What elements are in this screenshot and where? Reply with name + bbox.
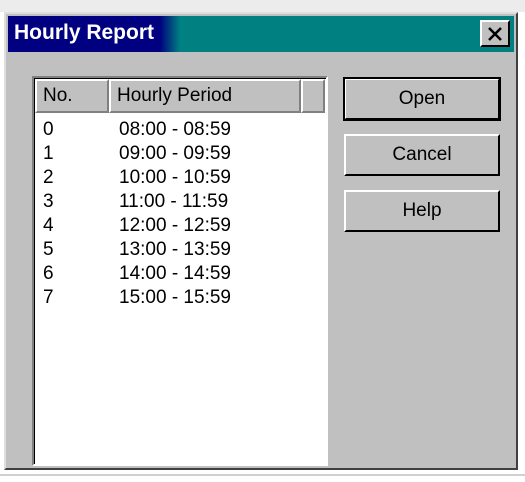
list-item[interactable]: 2 10:00 - 10:59 (35, 167, 323, 191)
column-header-hourly-period[interactable]: Hourly Period (109, 79, 301, 113)
open-button[interactable]: Open (343, 77, 501, 121)
row-no: 7 (43, 287, 54, 308)
row-no: 0 (43, 119, 54, 140)
column-header-no[interactable]: No. (35, 79, 109, 113)
row-period: 13:00 - 13:59 (119, 239, 231, 260)
hourly-report-dialog: Hourly Report No. Hourly Period 0 08:00 … (4, 12, 518, 470)
list-item[interactable]: 3 11:00 - 11:59 (35, 191, 323, 215)
title-bar[interactable]: Hourly Report (8, 16, 514, 52)
close-icon (488, 26, 502, 41)
list-item[interactable]: 1 09:00 - 09:59 (35, 143, 323, 167)
list-item[interactable]: 6 14:00 - 14:59 (35, 263, 323, 287)
background-window (0, 0, 525, 12)
row-period: 10:00 - 10:59 (119, 167, 231, 188)
background-divider (0, 474, 525, 476)
row-no: 5 (43, 239, 54, 260)
row-period: 12:00 - 12:59 (119, 215, 231, 236)
row-no: 6 (43, 263, 54, 284)
row-period: 14:00 - 14:59 (119, 263, 231, 284)
row-period: 11:00 - 11:59 (119, 191, 229, 212)
column-header-filler (301, 79, 325, 113)
list-item[interactable]: 7 15:00 - 15:59 (35, 287, 323, 311)
row-period: 09:00 - 09:59 (119, 143, 231, 164)
row-no: 4 (43, 215, 54, 236)
row-no: 3 (43, 191, 54, 212)
close-button[interactable] (480, 20, 510, 47)
row-no: 1 (43, 143, 54, 164)
list-header: No. Hourly Period (35, 79, 325, 113)
hourly-period-list[interactable]: No. Hourly Period 0 08:00 - 08:59 1 09:0… (32, 76, 328, 466)
row-period: 15:00 - 15:59 (119, 287, 231, 308)
row-no: 2 (43, 167, 54, 188)
row-period: 08:00 - 08:59 (119, 119, 231, 140)
cancel-button[interactable]: Cancel (344, 134, 500, 176)
help-button[interactable]: Help (344, 190, 500, 232)
dialog-title: Hourly Report (14, 21, 155, 44)
list-item[interactable]: 5 13:00 - 13:59 (35, 239, 323, 263)
list-item[interactable]: 0 08:00 - 08:59 (35, 119, 323, 143)
list-item[interactable]: 4 12:00 - 12:59 (35, 215, 323, 239)
